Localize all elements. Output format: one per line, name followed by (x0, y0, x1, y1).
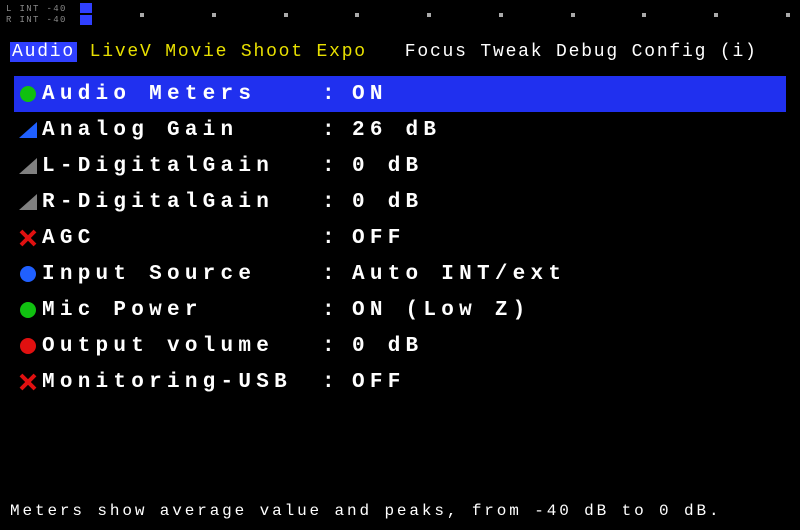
menu-item-value: 26 dB (352, 119, 441, 142)
meter-tick (714, 13, 718, 17)
menu-item-label: R-DigitalGain (42, 191, 322, 214)
dot-green-icon (14, 83, 42, 105)
menu-item-value: ON (Low Z) (352, 299, 531, 322)
menu-item-value: OFF (352, 227, 406, 250)
menu-item-separator: : (322, 227, 352, 250)
tab-info[interactable]: (i) (720, 42, 758, 62)
meter-right-label: R INT -40 (6, 15, 67, 26)
dot-blue-icon (14, 263, 42, 285)
menu-item-label: L-DigitalGain (42, 155, 322, 178)
menu-item-monitoring-usb[interactable]: Monitoring-USB:OFF (14, 364, 786, 400)
menu-item-separator: : (322, 191, 352, 214)
menu-item-label: Output volume (42, 335, 322, 358)
meter-tick (499, 13, 503, 17)
tri-gray-icon (14, 191, 42, 213)
tab-bar: Audio LiveV Movie Shoot Expo Focus Tweak… (10, 42, 790, 62)
x-red-icon (14, 227, 42, 249)
tab-focus[interactable]: Focus (405, 42, 468, 62)
tab-livev[interactable]: LiveV (90, 42, 153, 62)
menu-item-value: ON (352, 83, 388, 106)
x-red-icon (14, 371, 42, 393)
tri-blue-icon (14, 119, 42, 141)
meter-tick (786, 13, 790, 17)
menu-item-separator: : (322, 119, 352, 142)
menu-item-value: 0 dB (352, 155, 423, 178)
menu-item-separator: : (322, 83, 352, 106)
meter-left-peak (80, 3, 92, 13)
meter-tick (571, 13, 575, 17)
meter-left-label: L INT -40 (6, 4, 67, 15)
dot-red-icon (14, 335, 42, 357)
menu-item-analog-gain[interactable]: Analog Gain:26 dB (14, 112, 786, 148)
menu-item-label: Input Source (42, 263, 322, 286)
settings-menu: Audio Meters:ONAnalog Gain:26 dBL-Digita… (14, 76, 786, 400)
tab-debug[interactable]: Debug (556, 42, 619, 62)
meter-tick (284, 13, 288, 17)
help-text: Meters show average value and peaks, fro… (10, 502, 790, 520)
menu-item-separator: : (322, 371, 352, 394)
menu-item-value: OFF (352, 371, 406, 394)
meter-tick (642, 13, 646, 17)
menu-item-input-source[interactable]: Input Source:Auto INT/ext (14, 256, 786, 292)
dot-green-icon (14, 299, 42, 321)
tab-expo[interactable]: Expo (317, 42, 367, 62)
menu-item-r-digitalgain[interactable]: R-DigitalGain:0 dB (14, 184, 786, 220)
menu-item-mic-power[interactable]: Mic Power:ON (Low Z) (14, 292, 786, 328)
menu-item-label: AGC (42, 227, 322, 250)
menu-item-label: Monitoring-USB (42, 371, 322, 394)
menu-item-label: Analog Gain (42, 119, 322, 142)
tab-shoot[interactable]: Shoot (241, 42, 304, 62)
menu-item-l-digitalgain[interactable]: L-DigitalGain:0 dB (14, 148, 786, 184)
menu-item-label: Mic Power (42, 299, 322, 322)
menu-item-separator: : (322, 155, 352, 178)
menu-item-output-volume[interactable]: Output volume:0 dB (14, 328, 786, 364)
menu-item-value: 0 dB (352, 335, 423, 358)
menu-item-separator: : (322, 299, 352, 322)
tab-movie[interactable]: Movie (165, 42, 228, 62)
audio-meter-bar (80, 2, 790, 28)
tri-gray-icon (14, 155, 42, 177)
menu-item-separator: : (322, 263, 352, 286)
meter-tick (212, 13, 216, 17)
tab-tweak[interactable]: Tweak (480, 42, 543, 62)
menu-item-label: Audio Meters (42, 83, 322, 106)
tab-audio[interactable]: Audio (10, 42, 77, 62)
meter-tick (427, 13, 431, 17)
tab-config[interactable]: Config (632, 42, 708, 62)
menu-item-separator: : (322, 335, 352, 358)
menu-item-value: 0 dB (352, 191, 423, 214)
menu-item-agc[interactable]: AGC:OFF (14, 220, 786, 256)
audio-meter-labels: L INT -40 R INT -40 (6, 4, 67, 26)
meter-tick (355, 13, 359, 17)
menu-item-audio-meters[interactable]: Audio Meters:ON (14, 76, 786, 112)
meter-tick (140, 13, 144, 17)
menu-item-value: Auto INT/ext (352, 263, 566, 286)
